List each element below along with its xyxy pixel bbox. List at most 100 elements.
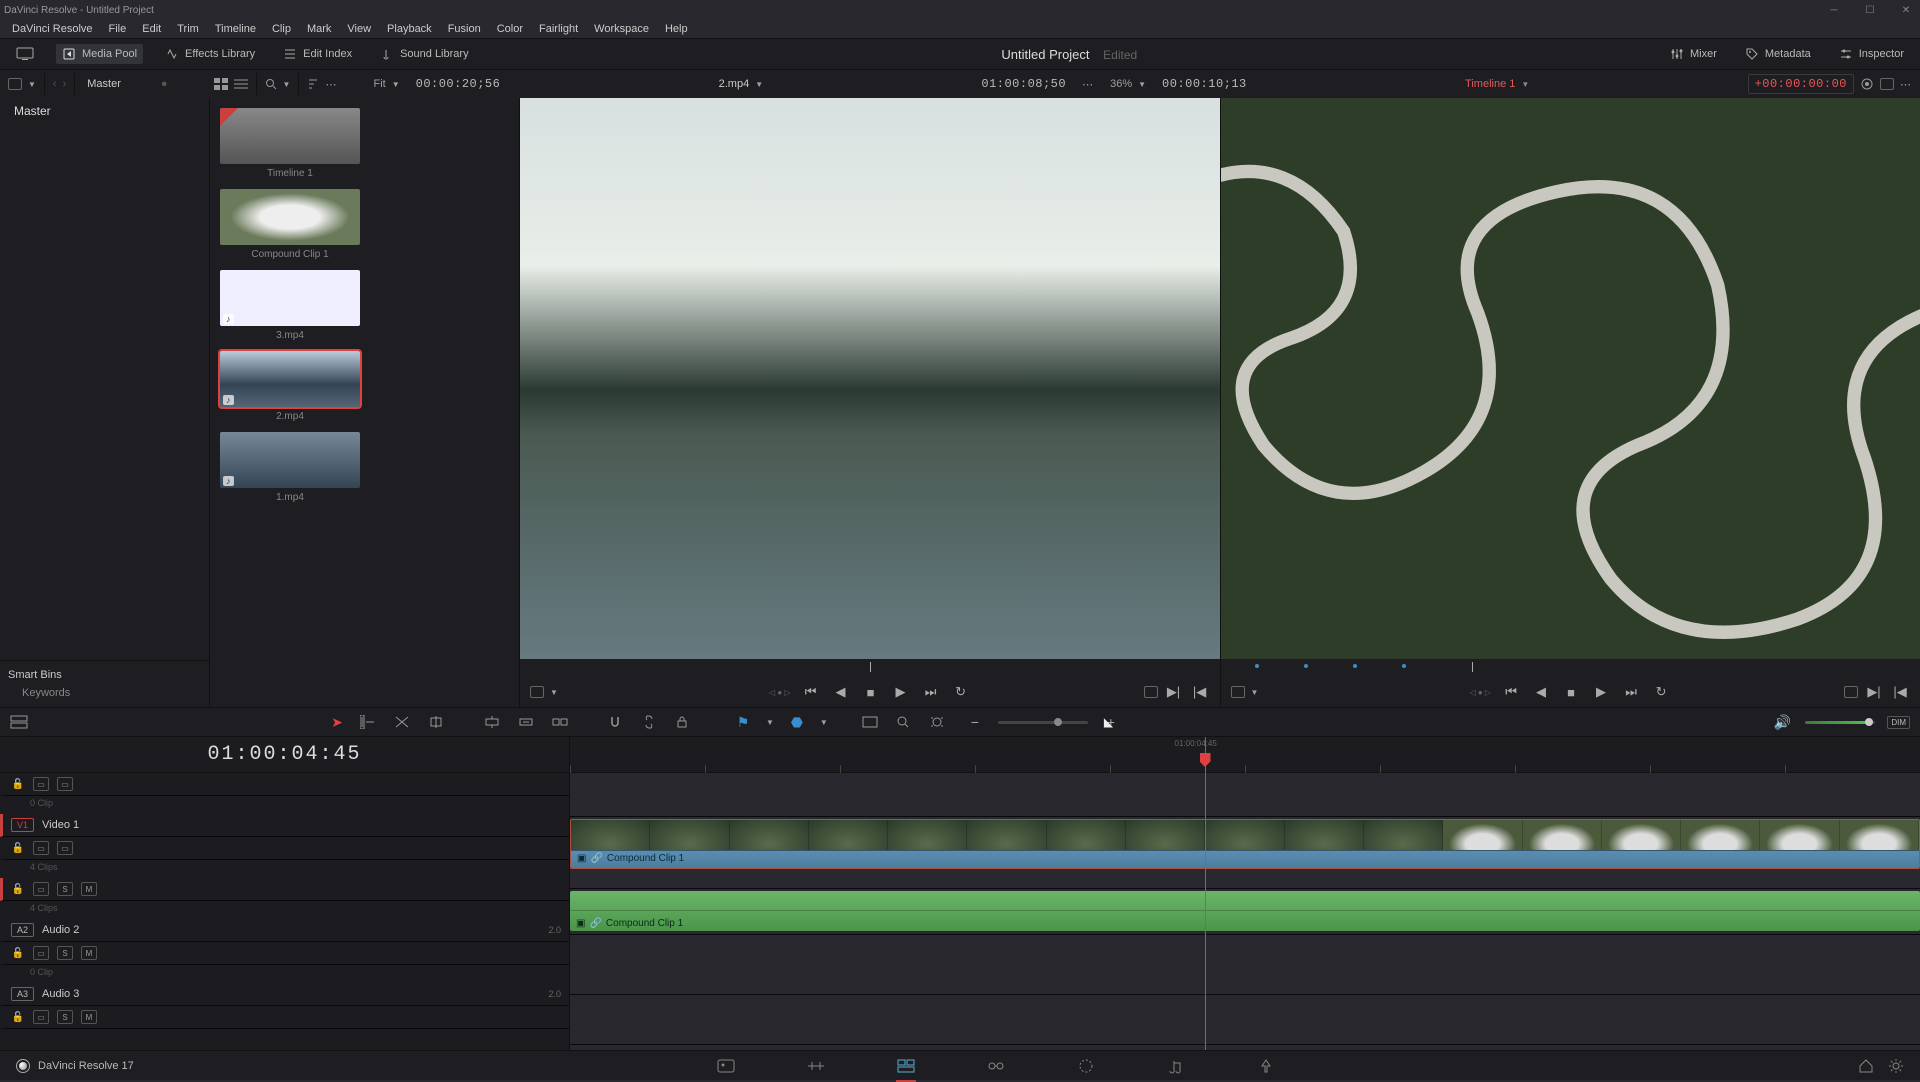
media-item-2mp4[interactable]: ♪ 2.mp4 [220, 351, 360, 422]
go-end-icon[interactable]: |◀ [1190, 684, 1210, 700]
single-viewer-icon[interactable] [1880, 78, 1894, 90]
home-icon[interactable] [1858, 1058, 1874, 1074]
chevron-down-icon[interactable]: ▼ [1138, 80, 1146, 89]
source-scrubber[interactable] [520, 659, 1220, 677]
zoom-fit-dropdown[interactable]: Fit [373, 78, 385, 90]
insert-clip-icon[interactable] [484, 715, 506, 729]
auto-select-icon[interactable]: ▭ [33, 882, 49, 896]
menu-color[interactable]: Color [489, 20, 531, 38]
menu-davinci-resolve[interactable]: DaVinci Resolve [4, 20, 101, 38]
chevron-down-icon[interactable]: ▼ [392, 80, 400, 89]
monitor-volume-icon[interactable]: 🔊 [1771, 714, 1793, 731]
timeline-name[interactable]: Timeline 1 [1465, 78, 1515, 90]
menu-fusion[interactable]: Fusion [440, 20, 489, 38]
track-header-a3[interactable]: A3 Audio 3 2.0 [0, 983, 569, 1006]
color-page-icon[interactable] [1076, 1058, 1096, 1074]
solo-icon[interactable]: S [57, 1010, 73, 1024]
snap-icon[interactable] [608, 715, 630, 729]
video-clip-compound[interactable]: ▣ 🔗 Compound Clip 1 [570, 819, 1920, 869]
close-button[interactable]: ✕ [1896, 5, 1916, 16]
chevron-down-icon[interactable]: ▼ [1251, 688, 1259, 697]
zoom-detail-icon[interactable] [896, 715, 918, 729]
zoom-slider[interactable] [998, 721, 1088, 724]
menu-edit[interactable]: Edit [134, 20, 169, 38]
replace-clip-icon[interactable] [552, 715, 574, 729]
bin-master[interactable]: Master [0, 98, 209, 124]
gang-icon[interactable] [1860, 77, 1874, 91]
match-frame-icon[interactable] [1231, 686, 1245, 698]
record-zoom[interactable]: 36% [1110, 78, 1132, 90]
lock-icon[interactable]: 🔓 [11, 843, 25, 854]
chevron-down-icon[interactable]: ▼ [755, 80, 763, 89]
auto-select-icon[interactable]: ▭ [33, 841, 49, 855]
smart-bins-header[interactable]: Smart Bins [8, 669, 201, 681]
media-pool-button[interactable]: Media Pool [56, 44, 143, 64]
link-icon[interactable] [642, 715, 664, 729]
play-icon[interactable]: ▶ [1591, 684, 1611, 700]
lock-icon[interactable]: 🔓 [11, 779, 25, 790]
track-badge-a2[interactable]: A2 [11, 923, 34, 937]
cut-page-icon[interactable] [806, 1058, 826, 1074]
track-header-a2[interactable]: A2 Audio 2 2.0 [0, 919, 569, 942]
menu-clip[interactable]: Clip [264, 20, 299, 38]
flag-icon[interactable]: ⚑ [732, 714, 754, 731]
track-enable-icon[interactable]: ▭ [57, 777, 73, 791]
nav-back-icon[interactable]: ‹ [53, 78, 57, 90]
sound-library-button[interactable]: Sound Library [374, 44, 475, 64]
track-badge-a3[interactable]: A3 [11, 987, 34, 1001]
in-out-icon[interactable] [1844, 686, 1858, 698]
reverse-icon[interactable]: ◀ [1531, 684, 1551, 700]
selection-tool-icon[interactable]: ➤ [326, 714, 348, 731]
media-item-1mp4[interactable]: ♪ 1.mp4 [220, 432, 360, 503]
zoom-full-icon[interactable] [862, 716, 884, 728]
stop-icon[interactable]: ■ [1561, 685, 1581, 700]
menu-file[interactable]: File [101, 20, 135, 38]
chevron-down-icon[interactable]: ▼ [1521, 80, 1529, 89]
menu-trim[interactable]: Trim [169, 20, 207, 38]
lock-icon[interactable] [676, 715, 698, 729]
first-frame-icon[interactable]: ⏮ [801, 684, 821, 700]
media-page-icon[interactable] [716, 1058, 736, 1074]
next-edit-icon[interactable]: ▶| [1864, 684, 1884, 700]
record-canvas[interactable] [1221, 98, 1920, 659]
lock-icon[interactable]: 🔓 [11, 884, 25, 895]
chevron-down-icon[interactable]: ▼ [28, 80, 36, 89]
track-header-a1[interactable]: 🔓 ▭ S M [0, 878, 569, 901]
lock-icon[interactable]: 🔓 [11, 948, 25, 959]
search-icon[interactable] [265, 78, 277, 90]
lock-icon[interactable]: 🔓 [11, 1012, 25, 1023]
audio-clip-compound[interactable]: ▣ 🔗 Compound Clip 1 [570, 891, 1920, 931]
media-item-3mp4[interactable]: ♪ 3.mp4 [220, 270, 360, 341]
mute-icon[interactable]: M [81, 1010, 97, 1024]
list-view-icon[interactable] [234, 78, 248, 90]
track-header-v1[interactable]: V1 Video 1 [0, 814, 569, 837]
last-frame-icon[interactable]: ⏭ [921, 684, 941, 700]
menu-mark[interactable]: Mark [299, 20, 339, 38]
timeline-tracks[interactable]: 01:00:04:45 ▣ 🔗 Compound Clip 1 [570, 737, 1920, 1050]
reverse-icon[interactable]: ◀ [831, 684, 851, 700]
options-dots-icon[interactable]: ⋯ [325, 78, 337, 91]
next-clip-icon[interactable]: ▶| [1164, 684, 1184, 700]
mute-icon[interactable]: M [81, 946, 97, 960]
loop-icon[interactable]: ↻ [1651, 684, 1671, 700]
maximize-button[interactable]: ☐ [1860, 5, 1880, 16]
source-clip-name[interactable]: 2.mp4 [719, 78, 750, 90]
nav-fwd-icon[interactable]: › [63, 78, 67, 90]
auto-select-icon[interactable]: ▭ [33, 777, 49, 791]
chevron-down-icon[interactable]: ▼ [283, 80, 291, 89]
zoom-custom-icon[interactable] [930, 715, 952, 729]
trim-tool-icon[interactable] [360, 715, 382, 729]
minimize-button[interactable]: ─ [1824, 5, 1844, 16]
first-frame-icon[interactable]: ⏮ [1501, 684, 1521, 700]
jog-left-icon[interactable]: ◁ ● ▷ [769, 688, 791, 697]
jog-icon[interactable]: ◁ ● ▷ [1469, 688, 1491, 697]
play-icon[interactable]: ▶ [891, 684, 911, 700]
record-scrubber[interactable] [1221, 659, 1920, 677]
options-dots-icon[interactable]: ⋯ [1082, 78, 1094, 91]
chevron-down-icon[interactable]: ▼ [550, 688, 558, 697]
solo-icon[interactable]: S [57, 882, 73, 896]
track-enable-icon[interactable]: ▭ [57, 841, 73, 855]
metadata-button[interactable]: Metadata [1739, 44, 1817, 64]
chevron-down-icon[interactable]: ▼ [820, 718, 828, 727]
offset-timecode[interactable]: +00:00:00:00 [1748, 74, 1854, 94]
